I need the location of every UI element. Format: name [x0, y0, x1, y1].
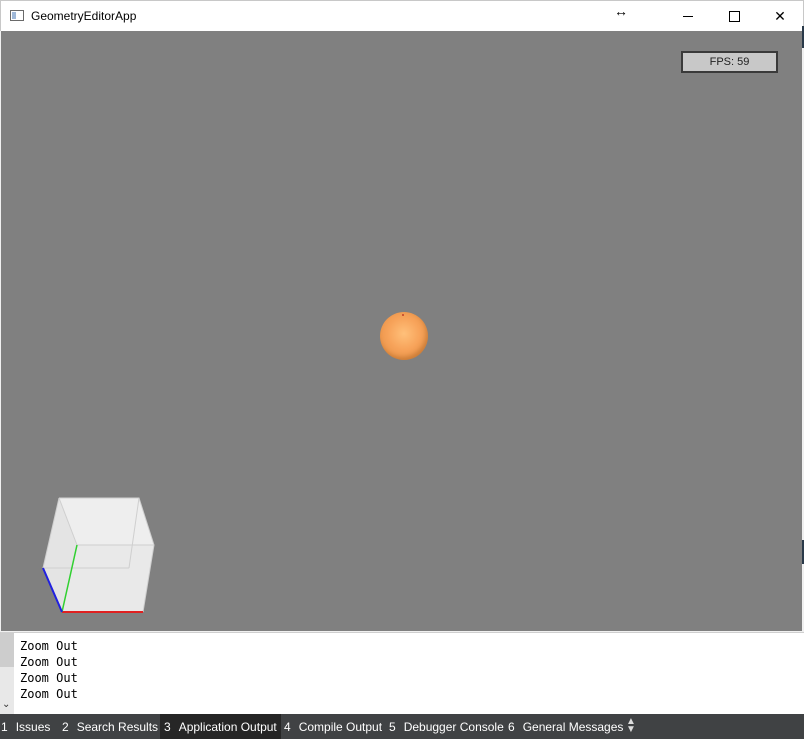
output-line: Zoom Out: [20, 655, 78, 669]
application-output-pane[interactable]: ⌄ Zoom Out Zoom Out Zoom Out Zoom Out: [0, 632, 804, 715]
window-title: GeometryEditorApp: [31, 9, 137, 23]
maximize-icon: [728, 10, 740, 22]
tab-number: 5: [389, 719, 396, 734]
output-text: Zoom Out Zoom Out Zoom Out Zoom Out: [20, 638, 78, 702]
fps-counter: FPS: 59: [681, 51, 778, 73]
tab-number: 4: [284, 719, 291, 734]
app-window: GeometryEditorApp ↔ ✕ FPS: 59 ⌄ Zoom Out…: [0, 0, 804, 739]
fps-label: FPS: 59: [709, 56, 750, 68]
title-bar[interactable]: GeometryEditorApp ↔ ✕: [0, 0, 804, 31]
tab-label: Search Results: [76, 719, 159, 734]
tab-application-output[interactable]: 3 Application Output: [160, 714, 281, 739]
tab-number: 3: [164, 719, 171, 734]
output-line: Zoom Out: [20, 671, 78, 685]
tab-label: Issues: [15, 719, 51, 734]
tab-number: 2: [62, 719, 69, 734]
tab-number: 6: [508, 719, 515, 734]
cube-front-face: [62, 545, 154, 612]
minimize-button[interactable]: [665, 1, 711, 31]
maximize-button[interactable]: [711, 1, 757, 31]
output-line: Zoom Out: [20, 687, 78, 701]
close-button[interactable]: ✕: [757, 1, 803, 31]
tab-issues[interactable]: 1 Issues: [1, 714, 50, 739]
resize-cursor-icon: ↔: [614, 3, 628, 19]
close-icon: ✕: [774, 7, 786, 24]
scroll-down-icon[interactable]: ⌄: [2, 699, 10, 710]
tab-label: Application Output: [178, 719, 277, 734]
tab-label: General Messages: [522, 719, 624, 734]
orientation-cube-gizmo[interactable]: [39, 493, 163, 617]
tab-general-messages[interactable]: 6 General Messages: [508, 714, 623, 739]
output-scrollbar[interactable]: ⌄: [0, 633, 14, 715]
tab-menu-button[interactable]: ▲ ▼: [626, 717, 636, 735]
output-tab-bar: 1 Issues 2 Search Results 3 Application …: [0, 714, 804, 739]
scrollbar-thumb[interactable]: [0, 633, 14, 667]
chevron-down-icon: ▼: [626, 724, 636, 735]
tab-compile-output[interactable]: 4 Compile Output: [284, 714, 382, 739]
tab-number: 1: [1, 719, 8, 734]
output-line: Zoom Out: [20, 639, 78, 653]
app-window-icon: [10, 10, 24, 21]
3d-viewport[interactable]: FPS: 59: [1, 31, 802, 631]
tab-search-results[interactable]: 2 Search Results: [62, 714, 158, 739]
sphere-object[interactable]: [380, 312, 428, 360]
tab-debugger-console[interactable]: 5 Debugger Console: [389, 714, 504, 739]
tab-label: Compile Output: [298, 719, 383, 734]
tab-label: Debugger Console: [403, 719, 504, 734]
minimize-icon: [683, 15, 693, 17]
sphere-pivot-marker: [402, 314, 404, 316]
